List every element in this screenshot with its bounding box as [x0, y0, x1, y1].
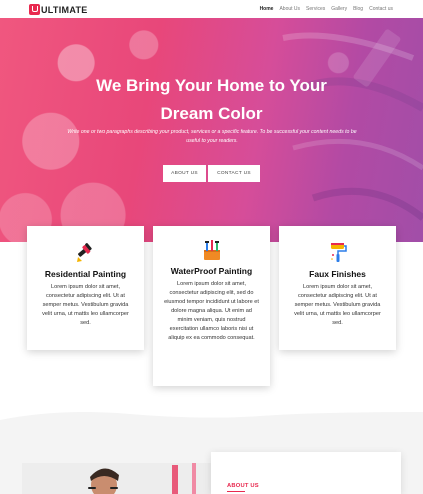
- hero-title-line1: We Bring Your Home to Your: [96, 76, 327, 95]
- contact-us-button[interactable]: CONTACT US: [208, 165, 260, 182]
- about-photo: [22, 463, 211, 494]
- service-description: Lorem ipsum dolor sit amet, consectetur …: [164, 281, 259, 341]
- hero-buttons: ABOUT US CONTACT US: [163, 165, 260, 182]
- site-header: ULTIMATE Home About Us Services Gallery …: [0, 0, 423, 18]
- service-card-residential: Residential Painting Lorem ipsum dolor s…: [27, 226, 144, 350]
- about-us-button[interactable]: ABOUT US: [163, 165, 206, 182]
- paint-roller-icon: [331, 243, 347, 262]
- hero-banner: We Bring Your Home to Your Dream Color W…: [0, 18, 423, 242]
- logo[interactable]: ULTIMATE: [29, 4, 88, 15]
- nav-item-gallery[interactable]: Gallery: [331, 6, 347, 12]
- hero-subtitle: Write one or two paragraphs describing y…: [58, 128, 366, 146]
- service-title: Residential Painting: [44, 269, 127, 279]
- paint-tools-icon: [204, 240, 220, 260]
- service-description: Lorem ipsum dolor sit amet, consectetur …: [42, 284, 129, 326]
- nav-item-contact-us[interactable]: Contact us: [369, 6, 393, 12]
- paint-brush-icon: [77, 243, 92, 262]
- about-section-label: ABOUT US: [227, 483, 259, 489]
- hero-subtitle-line2: useful to your readers.: [186, 138, 238, 144]
- hero-title-line2: Dream Color: [160, 104, 263, 123]
- main-nav: Home About Us Services Gallery Blog Cont…: [254, 6, 393, 12]
- nav-item-blog[interactable]: Blog: [353, 6, 363, 12]
- service-card-faux: Faux Finishes Lorem ipsum dolor sit amet…: [279, 226, 396, 350]
- nav-item-services[interactable]: Services: [306, 6, 325, 12]
- service-title: WaterProof Painting: [170, 266, 253, 276]
- painter-photo-image: [22, 463, 211, 494]
- hero-subtitle-line1: Write one or two paragraphs describing y…: [67, 129, 357, 135]
- service-title: Faux Finishes: [309, 269, 366, 279]
- about-card: ABOUT US: [211, 452, 401, 494]
- about-label-underline: [227, 491, 245, 492]
- service-card-waterproof: WaterProof Painting Lorem ipsum dolor si…: [153, 226, 270, 386]
- section-wave-divider: [0, 412, 423, 432]
- nav-item-home[interactable]: Home: [260, 6, 274, 12]
- service-description: Lorem ipsum dolor sit amet, consectetur …: [294, 284, 381, 326]
- nav-item-about-us[interactable]: About Us: [279, 6, 300, 12]
- logo-mark-icon: [29, 4, 40, 15]
- logo-text: ULTIMATE: [41, 4, 88, 15]
